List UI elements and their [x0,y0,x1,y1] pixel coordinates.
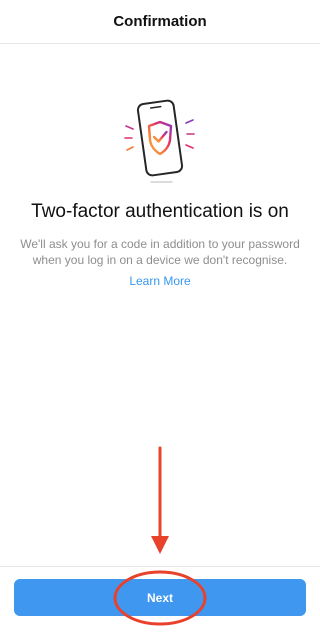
confirmation-screen: Confirmation Two-factor authentication i… [0,0,320,636]
header-bar: Confirmation [0,0,320,44]
learn-more-link[interactable]: Learn More [0,274,320,288]
annotation-arrow-icon [151,446,169,554]
phone-shield-check-icon [124,99,195,183]
next-button[interactable]: Next [14,579,306,616]
description-text: We'll ask you for a code in addition to … [20,237,300,267]
footer-divider [0,566,320,567]
headline: Two-factor authentication is on [31,201,289,222]
page-title: Confirmation [113,13,207,30]
